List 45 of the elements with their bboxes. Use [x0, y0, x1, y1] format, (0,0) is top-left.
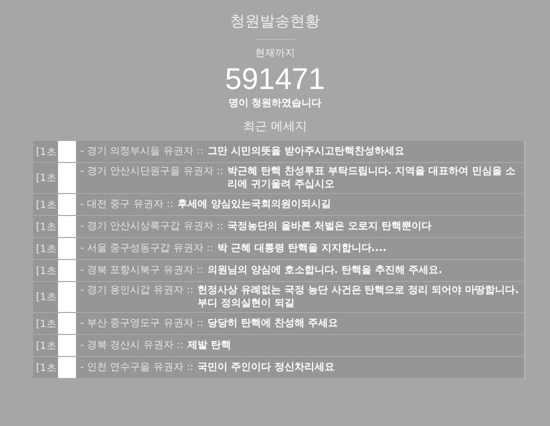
redaction-block	[58, 194, 76, 215]
message-author: - 경기 용인시갑 유권자 ::	[80, 284, 194, 297]
message-text: 후세에 양심있는국회의원이되시길	[177, 198, 332, 211]
redaction-block	[58, 260, 76, 281]
message-author: - 경기 의정부시을 유권자 ::	[80, 145, 204, 158]
redaction-block	[58, 357, 76, 378]
message-text: 박 근혜 대통령 탄핵을 지지합니다....	[217, 242, 388, 255]
message-author: - 경기 안산시상록구갑 유권자 ::	[80, 220, 224, 233]
redaction-block	[58, 282, 76, 312]
message-time: [1초	[35, 291, 58, 304]
message-time: [1초	[35, 198, 58, 212]
petition-count: 591471	[224, 64, 326, 96]
message-author: - 대전 중구 유권자 ::	[80, 198, 174, 211]
message-time: [1초	[35, 264, 58, 278]
message-author: - 경북 포항시북구 유권자 ::	[80, 264, 204, 277]
message-text: 국민이 주인이다 정신차리세요	[197, 361, 336, 374]
message-author: - 경기 안산시단원구을 유권자 ::	[80, 165, 224, 178]
redaction-block	[58, 216, 76, 237]
message-text: 의원님의 양심에 호소합니다. 탄핵을 추진해 주세요.	[207, 264, 444, 277]
redaction-block	[58, 163, 76, 193]
section-title: 최근 메세지	[243, 118, 307, 135]
message-text: 박근혜 탄핵 찬성투표 부탁드립니다. 지역을 대표하여 민심을 소리에 귀기울려 주십시오	[227, 165, 516, 191]
message-time: [1초	[35, 242, 58, 256]
page-title: 청원발송현황	[230, 12, 320, 31]
message-text: 당당히 탄핵에 찬성해 주세요	[207, 317, 339, 330]
message-time: [1초	[35, 362, 58, 374]
message-text: 국정농단의 올바른 처벌은 오로지 탄핵뿐이다	[227, 220, 432, 233]
message-text: 헌정사상 유례없는 국정 농단 사건은 탄핵으로 정리 되어야 마땅합니다. 부디 정의실현이 되길	[197, 284, 520, 310]
count-caption: 명이 청원하였습니다	[228, 97, 322, 110]
message-author: - 인천 연수구을 유권자 ::	[80, 361, 194, 374]
message-author: - 서울 중구성동구갑 유권자 ::	[80, 242, 214, 255]
message-time: [1초	[35, 220, 58, 234]
subtitle: 현재까지	[255, 47, 295, 60]
redaction-block	[58, 335, 76, 356]
message-time: [1초	[35, 146, 58, 158]
message-author: - 부산 중구영도구 유권자 ::	[80, 317, 204, 330]
message-time: [1초	[35, 318, 58, 330]
message-text: 그만 시민의뜻을 받아주시고탄핵찬성하세요	[207, 145, 406, 158]
redaction-block	[58, 313, 76, 334]
message-text: 제발 탄핵	[187, 339, 232, 352]
message-author: - 경북 경산시 유권자 ::	[80, 339, 184, 352]
message-time: [1초	[35, 172, 58, 185]
redaction-block	[58, 141, 76, 162]
redaction-block	[58, 238, 76, 259]
message-time: [1초	[35, 340, 58, 352]
